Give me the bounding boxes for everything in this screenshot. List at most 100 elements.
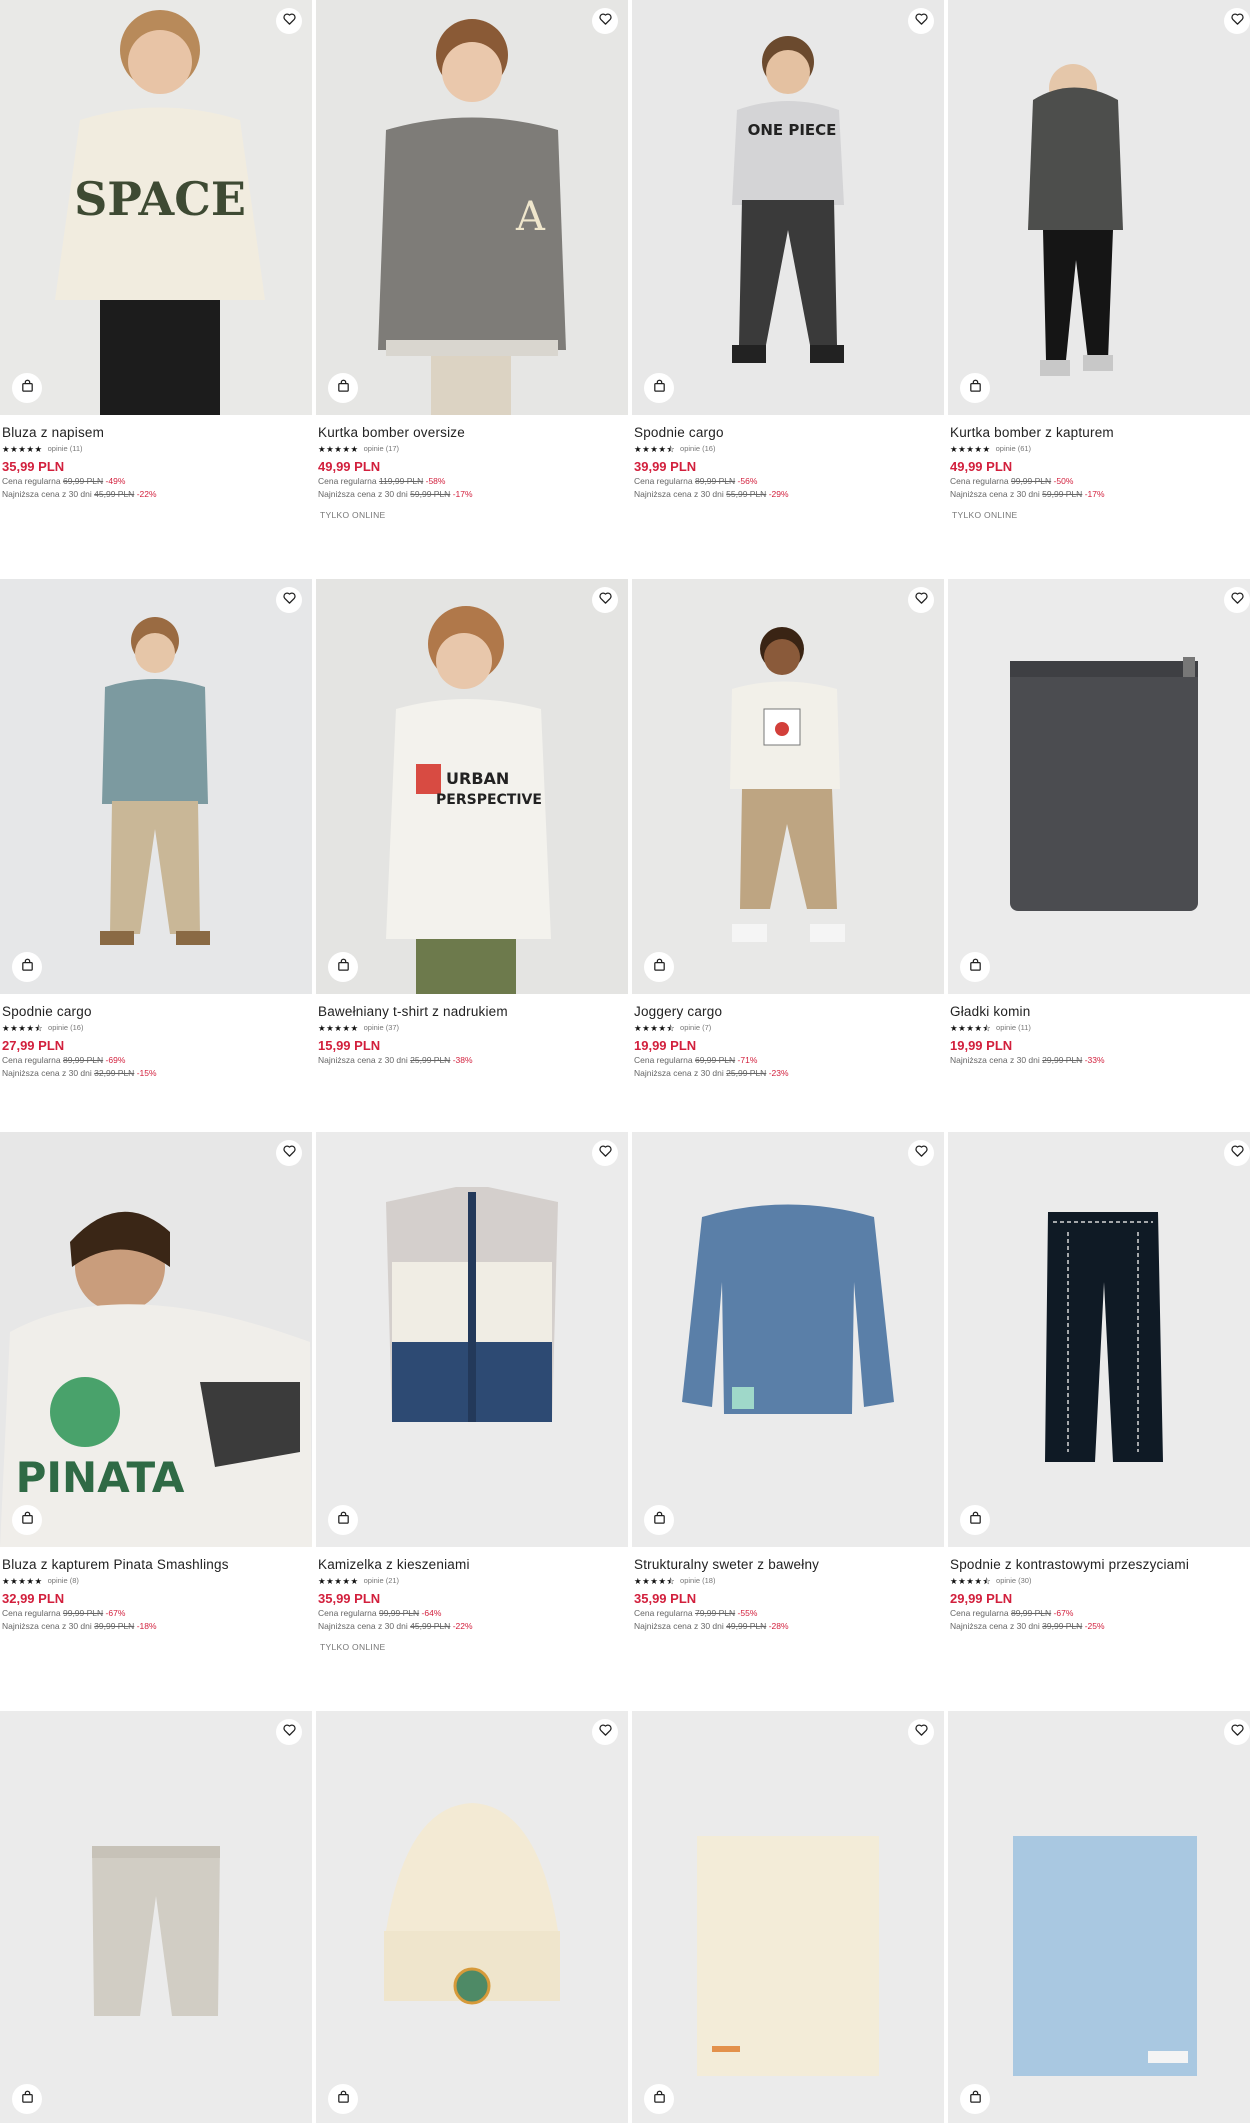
product-image[interactable] — [632, 579, 944, 994]
wishlist-button[interactable] — [1224, 587, 1250, 613]
product-card[interactable]: Spodnie cargo ★★★★⯪ opinie (16) 27,99 PLN Ce… — [0, 579, 312, 1139]
lowest-price-label: Najniższa cena z 30 dni — [318, 1621, 408, 1631]
product-name[interactable]: Bawełniany t-shirt z nadrukiem — [318, 1004, 626, 1020]
product-name[interactable]: Kamizelka z kieszeniami — [318, 1557, 626, 1573]
product-name[interactable]: Bluza z kapturem Pinata Smashlings — [2, 1557, 310, 1573]
lowest-price-label: Najniższa cena z 30 dni — [634, 1068, 724, 1078]
product-name[interactable]: Spodnie z kontrastowymi przeszyciami — [950, 1557, 1250, 1573]
wishlist-button[interactable] — [908, 587, 934, 613]
product-card[interactable]: Spodnie z kontrastowymi przeszyciami ★★★★… — [948, 1132, 1250, 1692]
product-card[interactable]: PINATA Bluza z kapturem Pinata Smashlings… — [0, 1132, 312, 1692]
add-to-bag-button[interactable] — [12, 1505, 42, 1535]
product-card[interactable]: Joggery cargo ★★★★⯪ opinie (7) 19,99 PLN Cen… — [632, 579, 944, 1139]
product-card[interactable] — [316, 1711, 628, 2123]
shopping-bag-icon — [336, 378, 351, 398]
product-image[interactable]: SPACE — [0, 0, 312, 415]
product-image[interactable]: A — [316, 0, 628, 415]
add-to-bag-button[interactable] — [644, 952, 674, 982]
lowest-price-discount: -33% — [1084, 1055, 1105, 1065]
product-card[interactable]: Gładki komin ★★★★⯪ opinie (11) 19,99 PLN Naj… — [948, 579, 1250, 1139]
add-to-bag-button[interactable] — [644, 2084, 674, 2114]
lowest-price-discount: -22% — [452, 1621, 473, 1631]
regular-price-discount: -69% — [105, 1055, 126, 1065]
product-price: 19,99 PLN — [634, 1038, 697, 1053]
product-name[interactable]: Joggery cargo — [634, 1004, 942, 1020]
product-card[interactable]: A Kurtka bomber oversize ★★★★★ opinie (17) 4… — [316, 0, 628, 560]
product-name[interactable]: Kurtka bomber oversize — [318, 425, 626, 441]
wishlist-button[interactable] — [592, 1140, 618, 1166]
product-image[interactable] — [632, 1132, 944, 1547]
heart-outline-icon — [282, 11, 297, 31]
product-name[interactable]: Bluza z napisem — [2, 425, 310, 441]
add-to-bag-button[interactable] — [644, 373, 674, 403]
product-image[interactable]: ONE PIECE — [632, 0, 944, 415]
product-name[interactable]: Spodnie cargo — [634, 425, 942, 441]
product-image[interactable] — [948, 579, 1250, 994]
wishlist-button[interactable] — [592, 587, 618, 613]
wishlist-button[interactable] — [592, 1719, 618, 1745]
review-count: opinie (61) — [995, 444, 1032, 453]
wishlist-button[interactable] — [908, 8, 934, 34]
product-image[interactable] — [948, 1711, 1250, 2123]
add-to-bag-button[interactable] — [12, 373, 42, 403]
product-image[interactable] — [316, 1132, 628, 1547]
product-price: 27,99 PLN — [2, 1038, 65, 1053]
add-to-bag-button[interactable] — [960, 2084, 990, 2114]
lowest-price-label: Najniższa cena z 30 dni — [950, 1621, 1040, 1631]
regular-price-old: 89,99 PLN — [694, 476, 736, 486]
wishlist-button[interactable] — [1224, 8, 1250, 34]
product-card[interactable]: Strukturalny sweter z bawełny ★★★★⯪ opinie… — [632, 1132, 944, 1692]
regular-price-discount: -56% — [737, 476, 758, 486]
wishlist-button[interactable] — [276, 587, 302, 613]
product-name[interactable]: Gładki komin — [950, 1004, 1250, 1020]
product-card[interactable] — [632, 1711, 944, 2123]
lowest-price-discount: -38% — [452, 1055, 473, 1065]
add-to-bag-button[interactable] — [960, 373, 990, 403]
wishlist-button[interactable] — [908, 1719, 934, 1745]
svg-text:PERSPECTIVE: PERSPECTIVE — [436, 792, 542, 808]
product-card[interactable]: URBAN PERSPECTIVE Bawełniany t-shirt z nad… — [316, 579, 628, 1139]
product-card[interactable] — [0, 1711, 312, 2123]
shopping-bag-icon — [20, 957, 35, 977]
wishlist-button[interactable] — [592, 8, 618, 34]
product-image[interactable] — [632, 1711, 944, 2123]
product-image[interactable] — [948, 1132, 1250, 1547]
product-card[interactable]: Kamizelka z kieszeniami ★★★★★ opinie (21) 3… — [316, 1132, 628, 1692]
product-image[interactable] — [0, 1711, 312, 2123]
product-card[interactable]: SPACE Bluza z napisem ★★★★★ opinie (11) 35,9… — [0, 0, 312, 560]
product-image[interactable] — [0, 579, 312, 994]
wishlist-button[interactable] — [276, 1140, 302, 1166]
rating: ★★★★⯪ opinie (7) — [634, 1023, 942, 1033]
product-photo: ONE PIECE — [632, 0, 944, 415]
add-to-bag-button[interactable] — [12, 952, 42, 982]
add-to-bag-button[interactable] — [328, 2084, 358, 2114]
product-image[interactable] — [316, 1711, 628, 2123]
lowest-price-discount: -17% — [452, 489, 473, 499]
product-info: Bluza z napisem ★★★★★ opinie (11) 35,99 PLN… — [2, 425, 310, 501]
rating: ★★★★★ opinie (8) — [2, 1576, 310, 1586]
add-to-bag-button[interactable] — [644, 1505, 674, 1535]
product-card[interactable]: ONE PIECE Spodnie cargo ★★★★⯪ opinie (16) 39… — [632, 0, 944, 560]
svg-text:SPACE: SPACE — [74, 172, 246, 226]
product-name[interactable]: Spodnie cargo — [2, 1004, 310, 1020]
product-name[interactable]: Kurtka bomber z kapturem — [950, 425, 1250, 441]
wishlist-button[interactable] — [1224, 1140, 1250, 1166]
add-to-bag-button[interactable] — [328, 952, 358, 982]
wishlist-button[interactable] — [908, 1140, 934, 1166]
regular-price-old: 119,99 PLN — [378, 476, 424, 486]
add-to-bag-button[interactable] — [328, 1505, 358, 1535]
wishlist-button[interactable] — [1224, 1719, 1250, 1745]
add-to-bag-button[interactable] — [12, 2084, 42, 2114]
add-to-bag-button[interactable] — [328, 373, 358, 403]
product-image[interactable]: URBAN PERSPECTIVE — [316, 579, 628, 994]
wishlist-button[interactable] — [276, 1719, 302, 1745]
add-to-bag-button[interactable] — [960, 952, 990, 982]
product-image[interactable]: PINATA — [0, 1132, 312, 1547]
product-name[interactable]: Strukturalny sweter z bawełny — [634, 1557, 942, 1573]
product-card[interactable] — [948, 1711, 1250, 2123]
product-card[interactable]: Kurtka bomber z kapturem ★★★★★ opinie (61)… — [948, 0, 1250, 560]
product-image[interactable] — [948, 0, 1250, 415]
heart-outline-icon — [282, 590, 297, 610]
wishlist-button[interactable] — [276, 8, 302, 34]
add-to-bag-button[interactable] — [960, 1505, 990, 1535]
